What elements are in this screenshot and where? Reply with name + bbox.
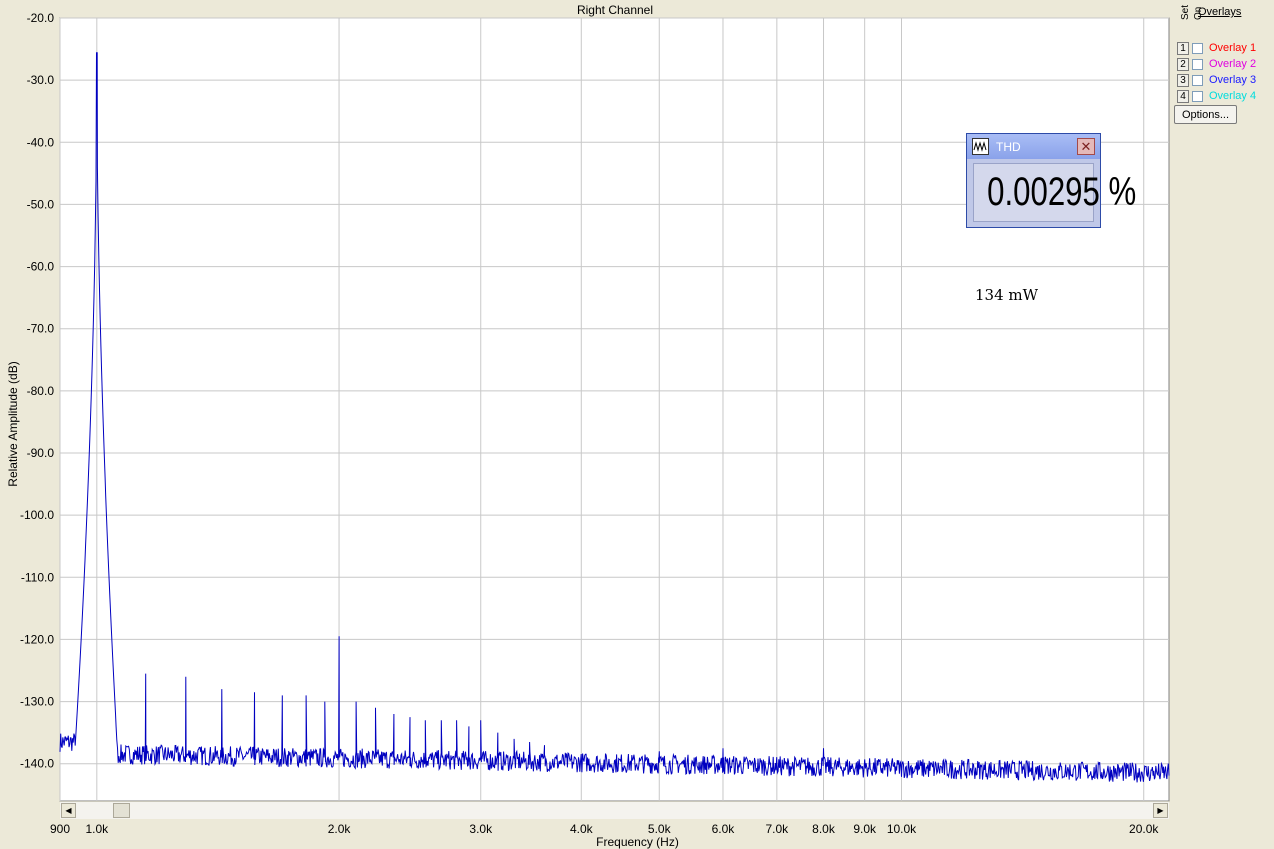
y-axis-label: Relative Amplitude (dB) [6, 361, 20, 487]
overlay-row: 4 Overlay 4 [1177, 89, 1256, 103]
overlay-set-button[interactable]: 3 [1177, 73, 1189, 87]
thd-readout: 0.00295 % [973, 163, 1137, 222]
y-tick-label: -40.0 [27, 135, 55, 149]
set-column-header: Set [1180, 4, 1191, 20]
y-tick-label: -110.0 [21, 570, 54, 584]
overlay-on-checkbox[interactable] [1192, 42, 1203, 54]
horizontal-scrollbar[interactable]: ◀ ▶ [60, 801, 1169, 819]
x-tick-label: 8.0k [812, 822, 836, 836]
scroll-thumb[interactable] [113, 803, 130, 818]
scroll-right-arrow-icon[interactable]: ▶ [1153, 803, 1168, 818]
thd-window-title: THD [996, 140, 1021, 154]
y-tick-label: -70.0 [27, 322, 55, 336]
x-tick-label: 10.0k [887, 822, 917, 836]
overlay-on-checkbox[interactable] [1192, 90, 1203, 102]
on-column-header: On [1193, 6, 1204, 20]
x-tick-label: 3.0k [469, 822, 493, 836]
overlay-row: 3 Overlay 3 [1177, 73, 1256, 87]
x-tick-label: 1.0k [85, 822, 109, 836]
overlay-label: Overlay 4 [1209, 90, 1257, 102]
overlay-on-checkbox[interactable] [1192, 74, 1203, 86]
overlay-label: Overlay 1 [1209, 42, 1257, 54]
waveform-icon [972, 138, 989, 155]
options-button[interactable]: Options... [1174, 105, 1237, 124]
overlay-set-button[interactable]: 2 [1177, 57, 1189, 71]
overlay-label: Overlay 2 [1209, 58, 1257, 70]
thd-value: 0.00295 % [987, 170, 1137, 214]
y-tick-label: -90.0 [27, 446, 55, 460]
x-tick-label: 9.0k [853, 822, 877, 836]
overlay-row: 1 Overlay 1 [1177, 41, 1256, 55]
overlay-row: 2 Overlay 2 [1177, 57, 1256, 71]
y-tick-label: -20.0 [27, 11, 55, 25]
overlay-set-button[interactable]: 4 [1177, 89, 1189, 103]
y-tick-label: -120.0 [20, 632, 54, 646]
y-tick-label: -140.0 [20, 757, 54, 771]
y-tick-label: -60.0 [27, 260, 55, 274]
power-annotation: 134 mW [975, 286, 1039, 304]
thd-window[interactable]: THD ✕ 0.00295 % [966, 133, 1137, 228]
y-tick-label: -100.0 [20, 508, 54, 522]
y-tick-label: -80.0 [27, 384, 55, 398]
x-tick-label: 2.0k [328, 822, 352, 836]
overlay-set-button[interactable]: 1 [1177, 41, 1189, 55]
x-tick-label: 900 [50, 822, 70, 836]
spectrum-plot: -20.0 -30.0 -40.0 -50.0 -60.0 -70.0 -80.0 -90.0… [20, 11, 1170, 836]
x-tick-label: 7.0k [766, 822, 790, 836]
overlay-label: Overlay 3 [1209, 74, 1257, 86]
scroll-left-arrow-icon[interactable]: ◀ [61, 803, 76, 818]
x-tick-label: 6.0k [712, 822, 736, 836]
x-tick-label: 4.0k [570, 822, 594, 836]
overlay-on-checkbox[interactable] [1192, 58, 1203, 70]
y-tick-label: -50.0 [27, 197, 55, 211]
overlays-title: Overlays [1198, 6, 1242, 18]
y-tick-label: -130.0 [20, 695, 54, 709]
x-tick-label: 5.0k [648, 822, 672, 836]
thd-titlebar[interactable]: THD ✕ [967, 134, 1100, 159]
y-tick-label: -30.0 [27, 73, 55, 87]
x-tick-label: 20.0k [1129, 822, 1159, 836]
close-icon[interactable]: ✕ [1077, 138, 1095, 155]
x-axis-label: Frequency (Hz) [596, 835, 679, 849]
